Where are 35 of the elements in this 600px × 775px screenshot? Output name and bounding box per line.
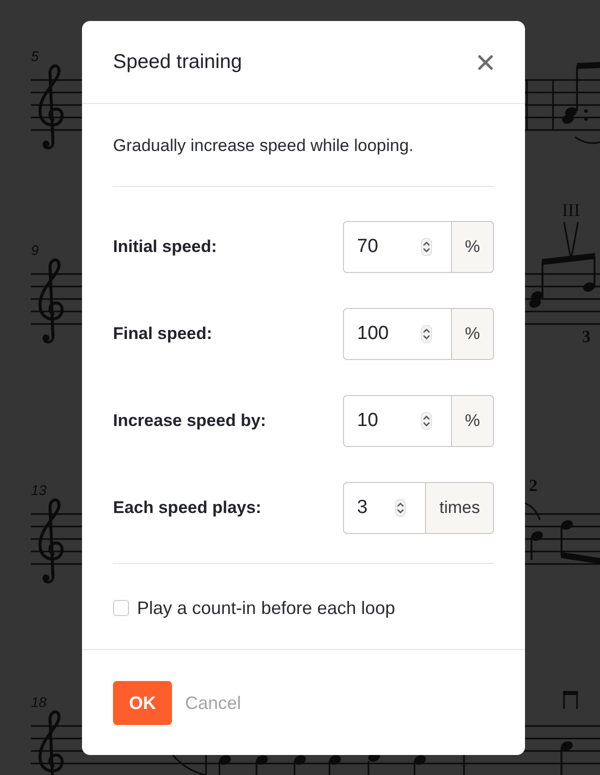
slur-drawing <box>574 136 600 144</box>
stepper-icon[interactable] <box>420 325 432 343</box>
number-input[interactable]: 3 <box>343 482 426 534</box>
beamed-notes-icon <box>530 520 600 564</box>
note-chord-icon <box>562 62 600 124</box>
number-input[interactable]: 70 <box>343 221 452 273</box>
stepper-icon[interactable] <box>395 499 406 517</box>
dialog-title: Speed training <box>113 50 242 74</box>
unit-label: % <box>452 395 494 447</box>
number-input[interactable]: 100 <box>343 308 452 360</box>
unit-label: % <box>452 308 494 360</box>
checkbox-label[interactable]: Play a count-in before each loop <box>137 597 396 619</box>
field-label: Final speed: <box>113 323 212 346</box>
note-icon <box>414 755 426 775</box>
stepper-icon[interactable] <box>420 238 432 256</box>
field-label: Each speed plays: <box>113 497 262 520</box>
slur-drawing <box>171 753 206 775</box>
staff-drawing <box>31 79 82 132</box>
field-label: Initial speed: <box>113 236 217 258</box>
dialog-description: Gradually increase speed while looping. <box>113 135 415 157</box>
beamed-notes-icon <box>529 253 596 308</box>
note-icon <box>294 755 306 775</box>
note-icon <box>218 755 231 775</box>
checkbox[interactable] <box>113 600 129 616</box>
note-icon <box>328 755 341 775</box>
number-input[interactable]: 10 <box>343 395 452 447</box>
note-icon <box>256 755 268 775</box>
down-bow-icon <box>563 691 578 709</box>
stepper-icon[interactable] <box>420 412 432 430</box>
note-icon <box>560 741 573 775</box>
unit-label: % <box>452 221 494 273</box>
staff-drawing <box>31 513 82 566</box>
field-label: Increase speed by: <box>113 410 266 432</box>
staff-drawing <box>31 273 82 326</box>
unit-label: times <box>426 482 494 534</box>
